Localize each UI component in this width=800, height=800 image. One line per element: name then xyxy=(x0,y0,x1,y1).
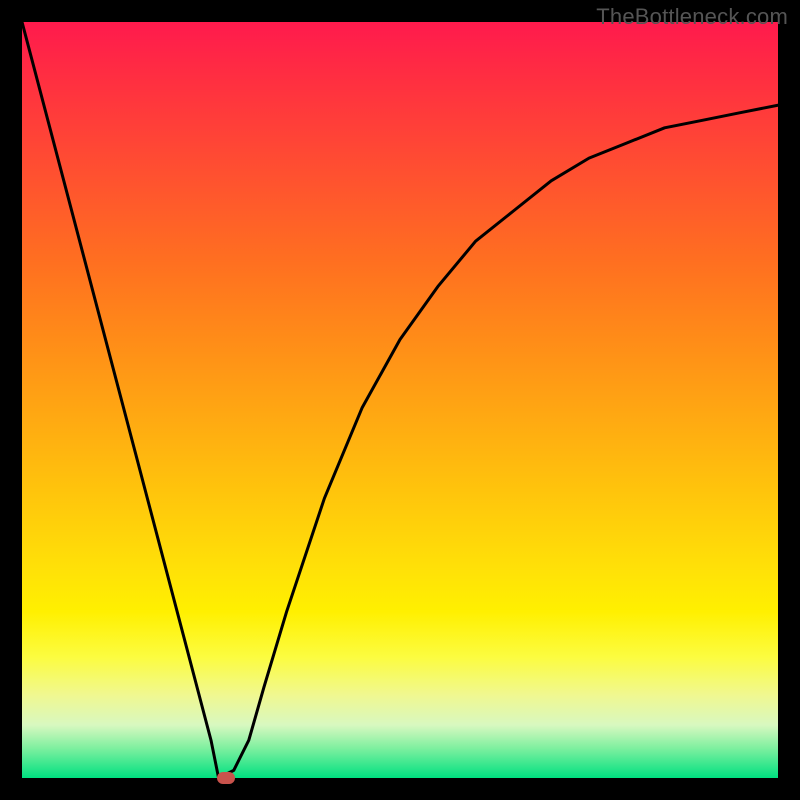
optimum-marker xyxy=(217,772,235,784)
curve-path xyxy=(22,22,778,778)
chart-plot-area xyxy=(22,22,778,778)
bottleneck-curve xyxy=(22,22,778,778)
brand-label: TheBottleneck.com xyxy=(596,4,788,30)
